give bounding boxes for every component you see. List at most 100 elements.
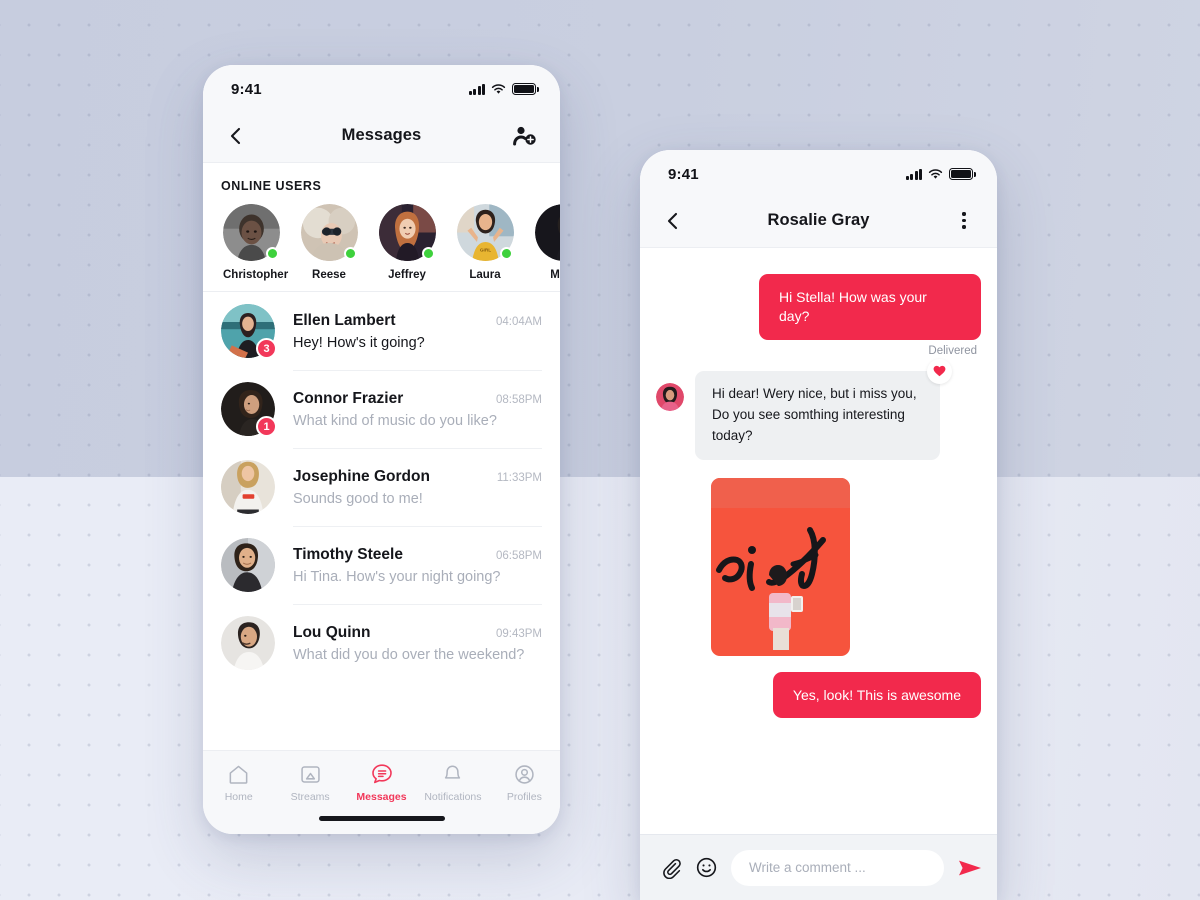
- delivery-status: Delivered: [928, 344, 977, 357]
- tab-messages[interactable]: Messages: [346, 762, 417, 803]
- smiley-icon[interactable]: [695, 856, 718, 879]
- contact-name: Ellen Lambert: [293, 311, 396, 329]
- avatar: 1: [221, 382, 277, 437]
- battery-full-icon: [949, 168, 976, 180]
- avatar: [535, 204, 560, 261]
- status-bar-time: 9:41: [231, 80, 262, 98]
- online-users-row[interactable]: Christopher Reese Jeffrey GIRL Laura M: [203, 204, 560, 281]
- contact-name: Lou Quinn: [293, 623, 371, 641]
- heart-reaction-icon[interactable]: [927, 358, 952, 384]
- streams-icon: [274, 762, 345, 786]
- status-bar: 9:41: [640, 150, 997, 194]
- message-time: 11:33PM: [496, 471, 542, 484]
- list-item-body: Josephine Gordon 11:33PM Sounds good to …: [293, 468, 542, 507]
- home-indicator: [318, 816, 445, 821]
- message-time: 08:58PM: [495, 393, 542, 406]
- unread-badge: 1: [256, 416, 277, 437]
- unread-badge: 3: [256, 338, 277, 359]
- list-item-body: Ellen Lambert 04:04AM Hey! How's it goin…: [293, 312, 542, 351]
- add-user-icon[interactable]: [512, 124, 538, 148]
- comment-input[interactable]: [731, 849, 944, 886]
- online-user-name: Malc: [550, 269, 560, 281]
- list-item[interactable]: Lou Quinn 09:43PM What did you do over t…: [203, 604, 560, 682]
- online-user-item[interactable]: Malc: [535, 204, 560, 281]
- profile-icon: [489, 762, 560, 786]
- avatar: [656, 382, 684, 411]
- messages-navbar: Messages: [203, 109, 560, 163]
- contact-name: Josephine Gordon: [293, 467, 430, 485]
- cellular-signal-icon: [905, 168, 922, 180]
- status-bar-icons: [905, 168, 976, 180]
- message-thread: Hi Stella! How was your day? Delivered H…: [640, 248, 997, 853]
- message-text: Hi dear! Wery nice, but i miss you, Do y…: [712, 385, 917, 443]
- avatar: [301, 204, 358, 261]
- online-users-section: ONLINE USERS Christopher Reese Jeffrey G…: [203, 163, 560, 292]
- message-row-outgoing: Hi Stella! How was your day?: [656, 274, 981, 340]
- status-bar: 9:41: [203, 65, 560, 109]
- page-backdrop: [0, 0, 1200, 900]
- list-item[interactable]: Josephine Gordon 11:33PM Sounds good to …: [203, 448, 560, 526]
- online-user-item[interactable]: Christopher: [223, 204, 289, 281]
- page-title: Messages: [341, 126, 422, 144]
- list-item[interactable]: 3 Ellen Lambert 04:04AM Hey! How's it go…: [203, 292, 560, 370]
- message-time: 09:43PM: [495, 627, 542, 640]
- kebab-menu-icon[interactable]: [953, 210, 975, 232]
- avatar: GIRL: [457, 204, 514, 261]
- online-status-dot: [266, 247, 279, 260]
- battery-full-icon: [512, 83, 539, 95]
- cellular-signal-icon: [468, 83, 485, 95]
- bottom-tab-bar: Home Streams Messages Notifications Prof…: [203, 750, 560, 834]
- tab-label: Home: [224, 791, 253, 803]
- online-status-dot: [422, 247, 435, 260]
- message-preview: Hi Tina. How's your night going?: [293, 568, 501, 585]
- avatar: [223, 204, 280, 261]
- status-bar-time: 9:41: [668, 165, 699, 183]
- tab-label: Messages: [356, 791, 407, 803]
- tab-streams[interactable]: Streams: [274, 762, 345, 803]
- message-preview: Sounds good to me!: [293, 490, 423, 507]
- wifi-icon: [491, 83, 506, 95]
- list-item-body: Connor Frazier 08:58PM What kind of musi…: [293, 390, 542, 429]
- home-icon: [203, 762, 274, 786]
- tab-label: Streams: [290, 791, 330, 803]
- online-user-name: Laura: [469, 269, 501, 281]
- message-bubble-outgoing[interactable]: Yes, look! This is awesome: [772, 671, 981, 719]
- online-user-item[interactable]: Reese: [301, 204, 358, 281]
- online-user-name: Christopher: [223, 269, 289, 281]
- list-item[interactable]: Timothy Steele 06:58PM Hi Tina. How's yo…: [203, 526, 560, 604]
- list-item-body: Lou Quinn 09:43PM What did you do over t…: [293, 624, 542, 663]
- message-bubble-incoming[interactable]: Hi dear! Wery nice, but i miss you, Do y…: [695, 358, 952, 460]
- send-icon[interactable]: [957, 857, 983, 879]
- tab-label: Notifications: [424, 791, 482, 803]
- online-user-item[interactable]: Jeffrey: [379, 204, 436, 281]
- tab-notifications[interactable]: Notifications: [417, 762, 488, 803]
- message-preview: Hey! How's it going?: [293, 334, 425, 351]
- conversation-list: 3 Ellen Lambert 04:04AM Hey! How's it go…: [203, 292, 560, 682]
- message-bubble-outgoing[interactable]: Hi Stella! How was your day?: [759, 274, 981, 340]
- contact-name: Connor Frazier: [293, 389, 404, 407]
- online-users-label: ONLINE USERS: [221, 179, 322, 193]
- message-preview: What did you do over the weekend?: [293, 646, 525, 663]
- avatar: 3: [221, 304, 277, 359]
- online-status-dot: [500, 247, 513, 260]
- tab-label: Profiles: [506, 791, 542, 803]
- chat-navbar: Rosalie Gray: [640, 194, 997, 248]
- messages-icon: [346, 762, 417, 786]
- status-bar-icons: [468, 83, 539, 95]
- backdrop-dot-grid: [0, 0, 1200, 900]
- back-chevron-icon[interactable]: [225, 125, 247, 147]
- chat-phone-mockup: 9:41 Rosalie Gray Hi Stella! How was you…: [640, 150, 997, 900]
- message-row-outgoing: Yes, look! This is awesome: [656, 671, 981, 719]
- paperclip-icon[interactable]: [660, 857, 682, 879]
- tab-home[interactable]: Home: [203, 762, 274, 803]
- avatar: [379, 204, 436, 261]
- tab-profiles[interactable]: Profiles: [489, 762, 560, 803]
- bell-icon: [417, 762, 488, 786]
- contact-name: Timothy Steele: [293, 545, 403, 563]
- back-chevron-icon[interactable]: [662, 210, 684, 232]
- wifi-icon: [928, 168, 943, 180]
- message-image-attachment[interactable]: [711, 477, 850, 656]
- message-row-incoming: Hi dear! Wery nice, but i miss you, Do y…: [656, 358, 981, 460]
- online-user-item[interactable]: GIRL Laura: [457, 204, 514, 281]
- list-item[interactable]: 1 Connor Frazier 08:58PM What kind of mu…: [203, 370, 560, 448]
